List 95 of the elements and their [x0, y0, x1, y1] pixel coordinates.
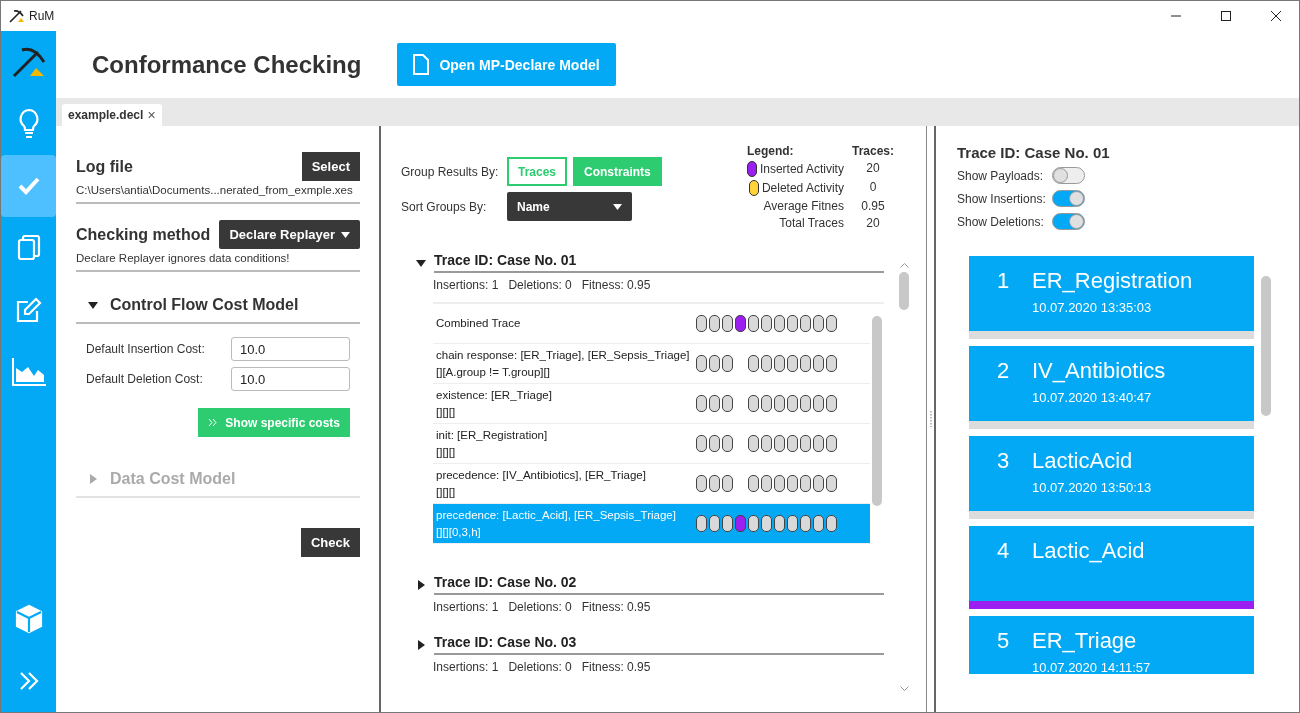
sort-dropdown[interactable]: Name	[507, 192, 632, 221]
window-title: RuM	[29, 9, 56, 23]
stat-value: 0.95	[860, 199, 886, 213]
toggle-switch[interactable]	[1052, 190, 1085, 207]
legend-label: Inserted Activity	[759, 162, 844, 176]
method-dropdown[interactable]: Declare Replayer	[219, 220, 360, 249]
event-name: ER_Triage	[1032, 628, 1138, 654]
file-tab[interactable]: example.decl ×	[62, 104, 162, 126]
toggle-switch[interactable]	[1052, 213, 1085, 230]
splitter-handle-icon[interactable]	[929, 411, 932, 427]
dropdown-caret-icon	[613, 203, 622, 210]
dropdown-caret-icon	[341, 231, 350, 238]
deletions-count: Deletions: 0	[508, 278, 572, 292]
stat-value: 20	[865, 216, 881, 230]
event-number: 2	[997, 358, 1009, 385]
event-number: 5	[997, 628, 1009, 655]
event-number: 3	[997, 448, 1009, 475]
select-button[interactable]: Select	[301, 152, 360, 181]
constraint-text: precedence: [IV_Antibiotics], [ER_Triage] [][][]	[436, 467, 646, 500]
cost-input[interactable]: 10.0	[231, 337, 350, 361]
constraint-text: Combined Trace	[436, 316, 521, 331]
fitness-value: Fitness: 0.95	[581, 660, 651, 674]
pickaxe-icon	[9, 9, 25, 23]
collapse-icon[interactable]	[416, 257, 426, 268]
page-title: Conformance Checking	[92, 50, 362, 79]
close-icon[interactable]	[1271, 11, 1281, 21]
maximize-icon[interactable]	[1221, 11, 1231, 21]
close-tab-icon[interactable]: ×	[147, 107, 156, 123]
pickaxe-logo-icon	[11, 46, 46, 78]
sort-label: Sort Groups By:	[401, 199, 488, 214]
section-heading: Checking method	[76, 225, 211, 244]
section-heading: Log file	[76, 157, 133, 176]
stat-label: Average Fitnes	[763, 199, 844, 213]
insertions-count: Insertions: 1	[433, 600, 499, 614]
field-label: Default Deletion Cost:	[86, 372, 203, 386]
toggle-label: Show Deletions:	[957, 214, 1045, 229]
event-number: 4	[997, 538, 1009, 565]
copy-icon	[16, 235, 41, 261]
insertions-count: Insertions: 1	[433, 660, 499, 674]
check-button[interactable]: Check	[300, 528, 360, 557]
event-number: 1	[997, 268, 1009, 295]
insertions-count: Insertions: 1	[433, 278, 499, 292]
event-time: 10.07.2020 13:40:47	[1032, 390, 1153, 405]
section-title[interactable]: Control Flow Cost Model	[110, 296, 299, 314]
area-chart-icon	[11, 358, 46, 386]
constraint-text: precedence: [Lactic_Acid], [ER_Sepsis_Triage] [][][0,3,h]	[436, 507, 676, 540]
field-label: Default Insertion Cost:	[86, 342, 205, 356]
legend-value: 20	[865, 161, 881, 177]
legend-label: Deleted Activity	[761, 181, 844, 195]
deletions-count: Deletions: 0	[508, 660, 572, 674]
file-path: C:\Users\antia\Documents...nerated_from_exmple.xes	[76, 181, 360, 204]
fitness-value: Fitness: 0.95	[581, 600, 651, 614]
expand-icon[interactable]	[416, 579, 426, 590]
event-time: 10.07.2020 13:50:13	[1032, 480, 1152, 495]
event-name: IV_Antibiotics	[1032, 358, 1166, 384]
collapse-icon[interactable]	[88, 300, 98, 310]
scroll-down-icon[interactable]	[900, 686, 909, 691]
tab-label: example.decl	[68, 108, 144, 122]
method-note: Declare Replayer ignores data conditions!	[76, 249, 360, 272]
cost-input[interactable]: 10.0	[231, 367, 350, 391]
stat-label: Total Traces	[779, 216, 844, 230]
event-time: 10.07.2020 14:11:57	[1032, 660, 1151, 674]
trace-title[interactable]: Trace ID: Case No. 03	[434, 634, 884, 655]
trace-title: Trace ID: Case No. 01	[957, 144, 1111, 161]
deletions-count: Deletions: 0	[508, 600, 572, 614]
toggle-label: Show Payloads:	[957, 168, 1045, 183]
scroll-up-icon[interactable]	[900, 263, 909, 268]
double-chevron-icon	[208, 418, 218, 427]
group-label: Group Results By:	[401, 164, 500, 179]
scrollbar[interactable]	[899, 272, 909, 310]
legend-title: Legend:	[746, 144, 795, 158]
event-name: ER_Registration	[1032, 268, 1193, 294]
fitness-value: Fitness: 0.95	[581, 278, 651, 292]
file-icon	[413, 54, 430, 75]
expand-icon	[17, 671, 40, 691]
scrollbar[interactable]	[1261, 276, 1271, 416]
trace-title[interactable]: Trace ID: Case No. 02	[434, 574, 884, 595]
constraint-text: chain response: [ER_Triage], [ER_Sepsis_Triage] [][A.group != T.group][]	[436, 347, 690, 380]
event-name: LacticAcid	[1032, 448, 1134, 474]
edit-icon	[15, 297, 42, 323]
lightbulb-icon	[16, 108, 41, 140]
expand-icon[interactable]	[416, 639, 426, 650]
sidebar-item[interactable]	[1, 155, 56, 217]
legend-value: 0	[868, 180, 878, 196]
toggle-label: Show Insertions:	[957, 191, 1047, 206]
constraint-text: existence: [ER_Triage] [][][]	[436, 387, 552, 420]
event-name: Lactic_Acid	[1032, 538, 1145, 564]
traces-title: Traces:	[851, 144, 894, 158]
event-time: 10.07.2020 13:35:03	[1032, 300, 1153, 315]
cube-icon	[14, 604, 43, 634]
check-icon	[17, 177, 40, 195]
toggle-switch[interactable]	[1052, 167, 1085, 184]
scrollbar[interactable]	[872, 316, 882, 506]
trace-title[interactable]: Trace ID: Case No. 01	[434, 252, 884, 273]
constraint-text: init: [ER_Registration] [][][]	[436, 427, 548, 460]
